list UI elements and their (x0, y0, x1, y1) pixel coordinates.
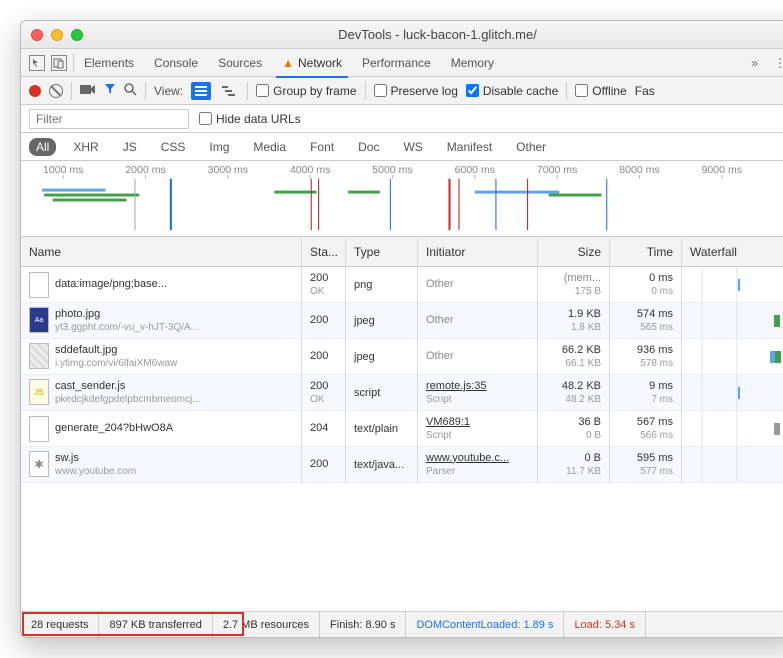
col-waterfall[interactable]: Waterfall▲ (682, 237, 783, 266)
col-name[interactable]: Name (21, 237, 302, 266)
type-filter-font[interactable]: Font (303, 138, 341, 156)
svg-text:3000 ms: 3000 ms (208, 165, 248, 176)
file-icon (29, 343, 49, 369)
waterfall-view-icon[interactable] (219, 82, 239, 100)
overview-timeline[interactable]: 1000 ms 2000 ms 3000 ms 4000 ms 5000 ms 6000 … (21, 161, 783, 237)
filter-bar: Hide data URLs (21, 105, 783, 133)
request-host: i.ytimg.com/vi/6lfaiXM6waw (55, 357, 177, 370)
group-by-frame-checkbox[interactable]: Group by frame (256, 84, 356, 98)
svg-text:5000 ms: 5000 ms (372, 165, 412, 176)
maximize-icon[interactable] (71, 29, 83, 41)
table-header: Name Sta... Type Initiator Size Time Wat… (21, 237, 783, 267)
col-type[interactable]: Type (346, 237, 418, 266)
hide-data-urls-checkbox[interactable]: Hide data URLs (199, 112, 301, 126)
request-name: generate_204?bHwO8A (55, 421, 173, 435)
file-icon (29, 451, 49, 477)
type-filter-ws[interactable]: WS (396, 138, 429, 156)
request-name: sw.js (55, 451, 136, 465)
table-row[interactable]: Aa photo.jpgyt3.ggpht.com/-vu_v-hJT-3Q/A.… (21, 303, 783, 339)
disable-cache-checkbox[interactable]: Disable cache (466, 84, 558, 98)
tab-memory[interactable]: Memory (441, 49, 504, 77)
titlebar: DevTools - luck-bacon-1.glitch.me/ (21, 21, 783, 49)
svg-text:8000 ms: 8000 ms (619, 165, 659, 176)
summary-requests: 28 requests (21, 612, 99, 637)
svg-text:4000 ms: 4000 ms (290, 165, 330, 176)
record-icon[interactable] (29, 85, 41, 97)
tab-console[interactable]: Console (144, 49, 208, 77)
file-icon: Aa (29, 307, 49, 333)
panel-tabs: Elements Console Sources ▲Network Perfor… (21, 49, 783, 77)
request-name: cast_sender.js (55, 379, 201, 393)
col-size[interactable]: Size (538, 237, 610, 266)
minimize-icon[interactable] (51, 29, 63, 41)
initiator-link[interactable]: www.youtube.c... (426, 452, 509, 464)
table-row[interactable]: sddefault.jpgi.ytimg.com/vi/6lfaiXM6waw2… (21, 339, 783, 375)
camera-icon[interactable] (80, 83, 96, 98)
device-toolbar-icon[interactable] (51, 55, 67, 71)
request-name: photo.jpg (55, 307, 199, 321)
tab-network[interactable]: ▲Network (272, 49, 352, 77)
col-status[interactable]: Sta... (302, 237, 346, 266)
file-icon (29, 272, 49, 298)
request-host: pkedcjkdefgpdelpbcmbmeomcj... (55, 393, 201, 406)
type-filter-all[interactable]: All (29, 138, 56, 156)
warning-icon: ▲ (282, 56, 294, 70)
filter-icon[interactable] (104, 83, 116, 98)
request-name: data:image/png;base... (55, 277, 167, 291)
table-row[interactable]: data:image/png;base...200OKpngOther(mem.… (21, 267, 783, 303)
preserve-log-checkbox[interactable]: Preserve log (374, 84, 458, 98)
tab-performance[interactable]: Performance (352, 49, 441, 77)
request-name: sddefault.jpg (55, 343, 177, 357)
offline-checkbox[interactable]: Offline (575, 84, 626, 98)
traffic-lights (31, 29, 83, 41)
summary-bar: 28 requests 897 KB transferred 2.7 MB re… (21, 611, 783, 637)
filter-input[interactable] (29, 109, 189, 129)
throttling-label[interactable]: Fas (635, 84, 655, 98)
summary-load: Load: 5.34 s (564, 612, 646, 637)
svg-text:2000 ms: 2000 ms (125, 165, 165, 176)
large-rows-icon[interactable] (191, 82, 211, 100)
request-host: yt3.ggpht.com/-vu_v-hJT-3Q/A... (55, 321, 199, 334)
type-filter-css[interactable]: CSS (154, 138, 193, 156)
svg-text:6000 ms: 6000 ms (455, 165, 495, 176)
inspect-element-icon[interactable] (29, 55, 45, 71)
settings-menu-icon[interactable]: ⋮ (766, 56, 783, 70)
summary-resources: 2.7 MB resources (213, 612, 320, 637)
summary-finish: Finish: 8.90 s (320, 612, 406, 637)
svg-text:9000 ms: 9000 ms (702, 165, 742, 176)
col-initiator[interactable]: Initiator (418, 237, 538, 266)
table-row[interactable]: generate_204?bHwO8A204text/plainVM689:1S… (21, 411, 783, 447)
search-icon[interactable] (124, 83, 137, 99)
summary-transferred: 897 KB transferred (99, 612, 212, 637)
file-icon: JS (29, 379, 49, 405)
clear-icon[interactable] (49, 84, 63, 98)
request-host: www.youtube.com (55, 465, 136, 478)
request-table: data:image/png;base...200OKpngOther(mem.… (21, 267, 783, 611)
close-icon[interactable] (31, 29, 43, 41)
col-time[interactable]: Time (610, 237, 682, 266)
svg-text:7000 ms: 7000 ms (537, 165, 577, 176)
tab-elements[interactable]: Elements (74, 49, 144, 77)
type-filter-row: All XHR JS CSS Img Media Font Doc WS Manifest Othe… (21, 133, 783, 161)
initiator-link[interactable]: VM689:1 (426, 416, 470, 428)
type-filter-doc[interactable]: Doc (351, 138, 386, 156)
type-filter-js[interactable]: JS (116, 138, 144, 156)
table-row[interactable]: sw.jswww.youtube.com200text/java...www.y… (21, 447, 783, 483)
type-filter-media[interactable]: Media (246, 138, 293, 156)
type-filter-img[interactable]: Img (202, 138, 236, 156)
initiator-link[interactable]: remote.js:35 (426, 380, 487, 392)
table-row[interactable]: JS cast_sender.jspkedcjkdefgpdelpbcmbmeom… (21, 375, 783, 411)
type-filter-manifest[interactable]: Manifest (440, 138, 499, 156)
summary-dcl: DOMContentLoaded: 1.89 s (406, 612, 564, 637)
tab-sources[interactable]: Sources (208, 49, 272, 77)
svg-text:1000 ms: 1000 ms (43, 165, 83, 176)
devtools-window: DevTools - luck-bacon-1.glitch.me/ Eleme… (20, 20, 783, 638)
type-filter-xhr[interactable]: XHR (66, 138, 105, 156)
more-tabs-icon[interactable]: » (743, 56, 766, 70)
file-icon (29, 416, 49, 442)
window-title: DevTools - luck-bacon-1.glitch.me/ (83, 27, 783, 42)
network-toolbar: View: Group by frame Preserve log Disabl… (21, 77, 783, 105)
type-filter-other[interactable]: Other (509, 138, 553, 156)
view-label: View: (154, 84, 183, 98)
